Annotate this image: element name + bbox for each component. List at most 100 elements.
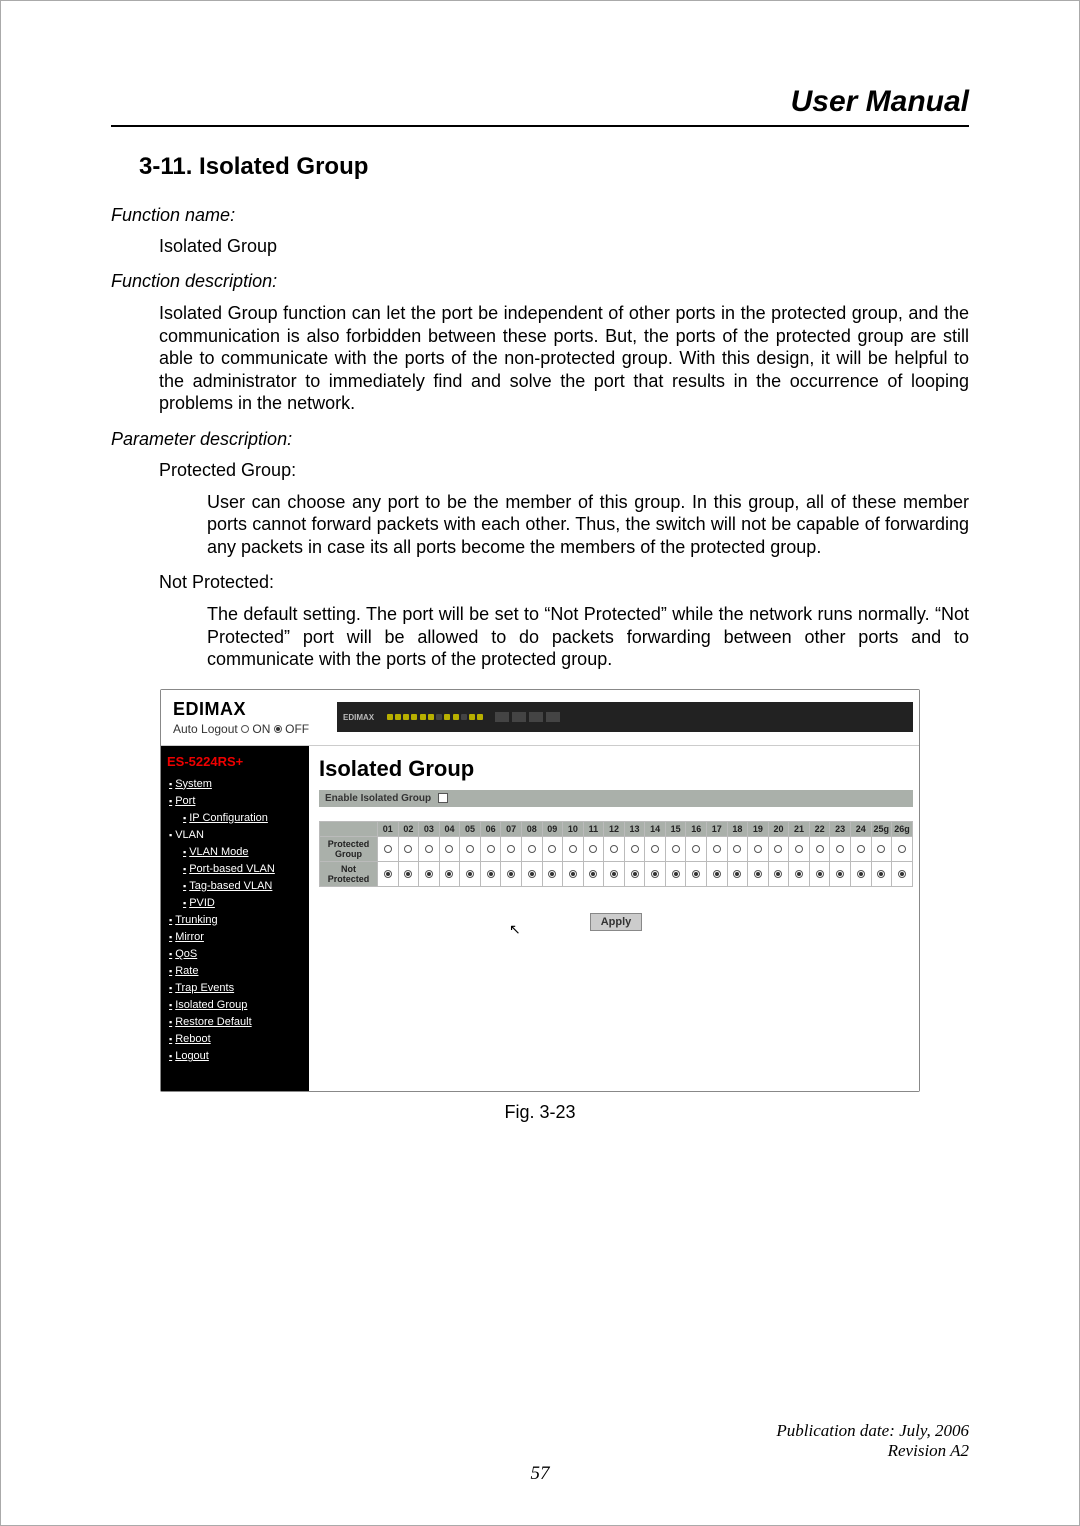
sidebar-item-rate[interactable]: Rate <box>165 963 305 980</box>
port-radio[interactable] <box>692 845 700 853</box>
port-radio[interactable] <box>754 845 762 853</box>
port-radio-cell[interactable] <box>892 836 913 861</box>
port-radio-cell[interactable] <box>378 861 399 886</box>
port-radio-cell[interactable] <box>460 861 481 886</box>
port-radio[interactable] <box>877 870 885 878</box>
port-radio-cell[interactable] <box>604 861 625 886</box>
enable-isolated-checkbox[interactable] <box>438 793 448 803</box>
port-radio[interactable] <box>445 845 453 853</box>
port-radio[interactable] <box>672 845 680 853</box>
port-radio-cell[interactable] <box>583 836 604 861</box>
port-radio-cell[interactable] <box>645 861 666 886</box>
port-radio[interactable] <box>631 845 639 853</box>
port-radio[interactable] <box>733 870 741 878</box>
port-radio[interactable] <box>816 870 824 878</box>
port-radio-cell[interactable] <box>419 836 440 861</box>
sidebar-item-reboot[interactable]: Reboot <box>165 1031 305 1048</box>
port-radio-cell[interactable] <box>830 836 851 861</box>
port-radio-cell[interactable] <box>501 836 522 861</box>
port-radio-cell[interactable] <box>789 836 810 861</box>
port-radio[interactable] <box>425 870 433 878</box>
port-radio[interactable] <box>898 870 906 878</box>
port-radio[interactable] <box>651 845 659 853</box>
port-radio-cell[interactable] <box>665 836 686 861</box>
port-radio[interactable] <box>774 870 782 878</box>
port-radio[interactable] <box>384 845 392 853</box>
port-radio[interactable] <box>877 845 885 853</box>
port-radio[interactable] <box>692 870 700 878</box>
port-radio-cell[interactable] <box>892 861 913 886</box>
port-radio-cell[interactable] <box>480 836 501 861</box>
port-radio-cell[interactable] <box>583 861 604 886</box>
auto-logout-off-radio[interactable] <box>274 725 282 733</box>
port-radio-cell[interactable] <box>624 861 645 886</box>
sidebar-item-isolated-group[interactable]: Isolated Group <box>165 997 305 1014</box>
sidebar-item-tag-based-vlan[interactable]: Tag-based VLAN <box>165 878 305 895</box>
port-radio[interactable] <box>816 845 824 853</box>
port-radio-cell[interactable] <box>480 861 501 886</box>
port-radio-cell[interactable] <box>748 861 769 886</box>
port-radio[interactable] <box>589 870 597 878</box>
sidebar-item-trap-events[interactable]: Trap Events <box>165 980 305 997</box>
port-radio-cell[interactable] <box>624 836 645 861</box>
port-radio-cell[interactable] <box>521 861 542 886</box>
port-radio[interactable] <box>425 845 433 853</box>
port-radio-cell[interactable] <box>604 836 625 861</box>
port-radio-cell[interactable] <box>542 836 563 861</box>
port-radio[interactable] <box>589 845 597 853</box>
sidebar-item-vlan-mode[interactable]: VLAN Mode <box>165 844 305 861</box>
port-radio[interactable] <box>528 845 536 853</box>
port-radio-cell[interactable] <box>768 836 789 861</box>
sidebar-item-restore-default[interactable]: Restore Default <box>165 1014 305 1031</box>
port-radio[interactable] <box>610 870 618 878</box>
port-radio[interactable] <box>507 870 515 878</box>
port-radio[interactable] <box>754 870 762 878</box>
port-radio-cell[interactable] <box>542 861 563 886</box>
port-radio-cell[interactable] <box>398 861 419 886</box>
port-radio[interactable] <box>713 870 721 878</box>
port-radio-cell[interactable] <box>850 836 871 861</box>
port-radio-cell[interactable] <box>460 836 481 861</box>
port-radio-cell[interactable] <box>809 861 830 886</box>
port-radio[interactable] <box>713 845 721 853</box>
sidebar-item-qos[interactable]: QoS <box>165 946 305 963</box>
port-radio-cell[interactable] <box>501 861 522 886</box>
port-radio-cell[interactable] <box>707 836 728 861</box>
sidebar-item-trunking[interactable]: Trunking <box>165 912 305 929</box>
port-radio-cell[interactable] <box>809 836 830 861</box>
port-radio[interactable] <box>836 870 844 878</box>
sidebar-item-mirror[interactable]: Mirror <box>165 929 305 946</box>
port-radio-cell[interactable] <box>871 861 892 886</box>
port-radio-cell[interactable] <box>789 861 810 886</box>
sidebar-item-ip-configuration[interactable]: IP Configuration <box>165 810 305 827</box>
port-radio[interactable] <box>610 845 618 853</box>
port-radio-cell[interactable] <box>686 836 707 861</box>
port-radio-cell[interactable] <box>439 861 460 886</box>
port-radio[interactable] <box>795 870 803 878</box>
sidebar-item-pvid[interactable]: PVID <box>165 895 305 912</box>
auto-logout-on-radio[interactable] <box>241 725 249 733</box>
sidebar-item-logout[interactable]: Logout <box>165 1048 305 1065</box>
port-radio[interactable] <box>404 845 412 853</box>
port-radio-cell[interactable] <box>563 836 584 861</box>
port-radio-cell[interactable] <box>439 836 460 861</box>
sidebar-item-port-based-vlan[interactable]: Port-based VLAN <box>165 861 305 878</box>
port-radio[interactable] <box>836 845 844 853</box>
port-radio[interactable] <box>404 870 412 878</box>
port-radio-cell[interactable] <box>830 861 851 886</box>
port-radio[interactable] <box>487 870 495 878</box>
port-radio[interactable] <box>569 845 577 853</box>
port-radio[interactable] <box>466 845 474 853</box>
port-radio-cell[interactable] <box>768 861 789 886</box>
port-radio[interactable] <box>487 845 495 853</box>
port-radio-cell[interactable] <box>748 836 769 861</box>
port-radio-cell[interactable] <box>521 836 542 861</box>
port-radio[interactable] <box>672 870 680 878</box>
port-radio[interactable] <box>466 870 474 878</box>
port-radio-cell[interactable] <box>871 836 892 861</box>
port-radio-cell[interactable] <box>686 861 707 886</box>
port-radio-cell[interactable] <box>665 861 686 886</box>
port-radio[interactable] <box>548 845 556 853</box>
port-radio[interactable] <box>898 845 906 853</box>
port-radio[interactable] <box>774 845 782 853</box>
